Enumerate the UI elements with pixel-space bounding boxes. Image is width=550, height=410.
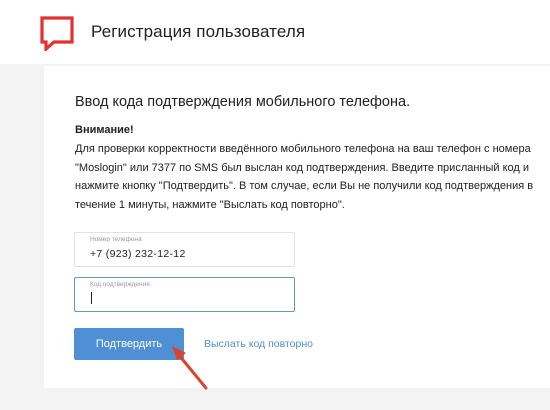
text-caret — [91, 292, 92, 304]
code-field-label: Код подтверждения — [90, 281, 150, 288]
page-title: Регистрация пользователя — [91, 22, 306, 41]
code-field[interactable]: Код подтверждения — [74, 277, 295, 312]
confirmation-card: Ввод кода подтверждения мобильного телеф… — [44, 66, 550, 388]
page-header: Регистрация пользователя — [0, 0, 550, 64]
card-title: Ввод кода подтверждения мобильного телеф… — [75, 94, 411, 110]
speech-bubble-logo-icon — [40, 16, 74, 51]
notice-title: Внимание! — [75, 124, 134, 136]
notice-text: Для проверки корректности введённого моб… — [75, 143, 534, 211]
phone-field-label: Номер телефона — [90, 236, 142, 243]
annotation-arrow-icon — [172, 346, 208, 390]
resend-code-link[interactable]: Выслать код повторно — [204, 338, 313, 350]
phone-field-value: +7 (923) 232-12-12 — [90, 248, 186, 260]
phone-field[interactable]: Номер телефона +7 (923) 232-12-12 — [74, 232, 295, 267]
code-input[interactable] — [89, 291, 279, 307]
